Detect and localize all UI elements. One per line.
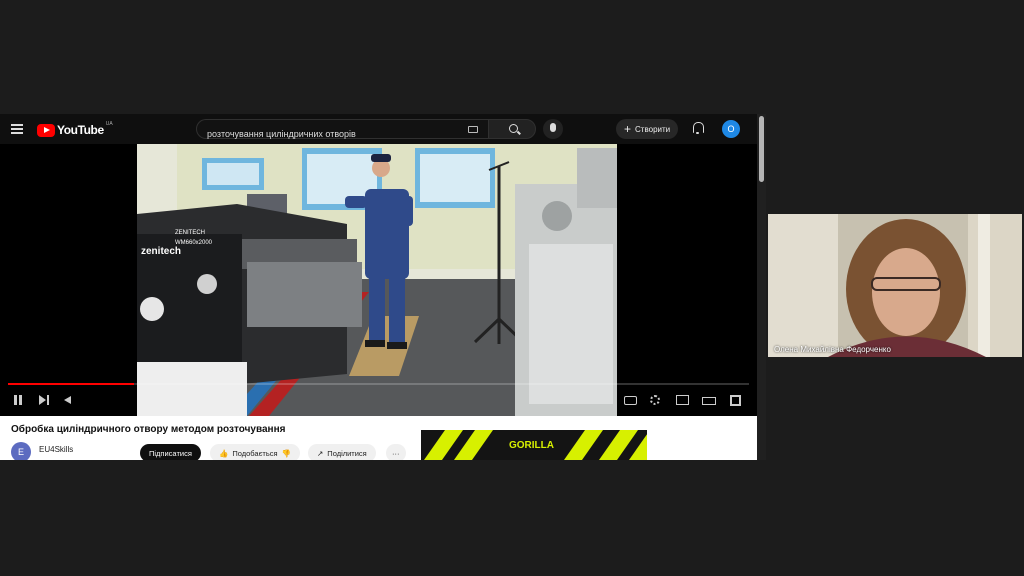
video-frame[interactable]: zenitech ZENITECH WM660x2000 (137, 144, 617, 416)
thumbs-up-icon: 👍 (219, 448, 229, 458)
video-player[interactable]: zenitech ZENITECH WM660x2000 (0, 144, 757, 416)
search-query: розточування циліндричних отворів (207, 129, 356, 139)
more-actions-button[interactable]: ··· (386, 444, 406, 460)
participant-video-tile[interactable]: Олена Михайлівна Федорченко (768, 214, 1022, 357)
participant-video-image (768, 214, 1022, 357)
channel-avatar[interactable]: E (11, 442, 31, 460)
video-title: Обробка циліндричного отвору методом роз… (11, 424, 286, 435)
conference-stage: YouTube UA розточування циліндричних отв… (0, 0, 1024, 576)
like-button[interactable]: 👍 Подобається 👎 (210, 444, 300, 460)
progress-fill (8, 383, 134, 385)
search-icon (509, 124, 518, 133)
machine-brand: ZENITECH (175, 230, 205, 236)
create-label: Створити (635, 124, 671, 134)
volume-icon[interactable] (64, 394, 76, 406)
scrollbar[interactable] (757, 114, 766, 460)
next-icon[interactable] (38, 394, 50, 406)
youtube-header: YouTube UA розточування циліндричних отв… (0, 114, 766, 144)
miniplayer-icon[interactable] (676, 395, 689, 405)
scroll-thumb[interactable] (759, 116, 764, 182)
channel-name[interactable]: EU4Skills (39, 445, 73, 454)
theater-mode-icon[interactable] (702, 397, 716, 405)
subtitles-icon[interactable] (624, 396, 637, 405)
ad-brand: GORILLA (505, 439, 558, 452)
create-button[interactable]: + Створити (616, 119, 679, 139)
account-avatar[interactable]: O (722, 120, 740, 138)
machine-side-brand: zenitech (141, 246, 181, 257)
like-label: Подобається (232, 448, 278, 458)
machine-model: WM660x2000 (175, 240, 213, 246)
keyboard-icon[interactable] (468, 126, 478, 133)
pause-icon[interactable] (12, 394, 24, 406)
youtube-play-icon (37, 123, 55, 137)
share-label: Поділитися (327, 448, 367, 458)
logo-text: YouTube (57, 123, 104, 137)
plus-icon: + (624, 122, 632, 136)
shared-screen: YouTube UA розточування циліндричних отв… (0, 114, 766, 460)
settings-gear-icon[interactable] (650, 395, 660, 405)
share-icon: ↗ (317, 448, 324, 458)
video-info: Обробка циліндричного отвору методом роз… (0, 416, 757, 460)
search-input[interactable]: розточування циліндричних отворів (196, 119, 488, 139)
notifications-bell-icon[interactable] (692, 122, 704, 134)
search-button[interactable] (488, 119, 536, 139)
thumbs-down-icon[interactable]: 👎 (282, 449, 291, 458)
share-button[interactable]: ↗ Поділитися (308, 444, 376, 460)
youtube-logo[interactable]: YouTube UA (37, 121, 113, 137)
logo-country: UA (105, 121, 113, 127)
participant-name: Олена Михайлівна Федорченко (774, 345, 891, 354)
workshop-scene-image: zenitech ZENITECH WM660x2000 (137, 144, 617, 416)
subscribe-button[interactable]: Підписатися (140, 444, 201, 460)
menu-icon[interactable] (11, 124, 23, 134)
voice-search-button[interactable] (543, 119, 563, 139)
fullscreen-icon[interactable] (730, 395, 741, 406)
microphone-icon (550, 123, 556, 132)
ad-banner[interactable]: GORILLA (421, 430, 647, 460)
progress-bar[interactable] (8, 383, 749, 385)
